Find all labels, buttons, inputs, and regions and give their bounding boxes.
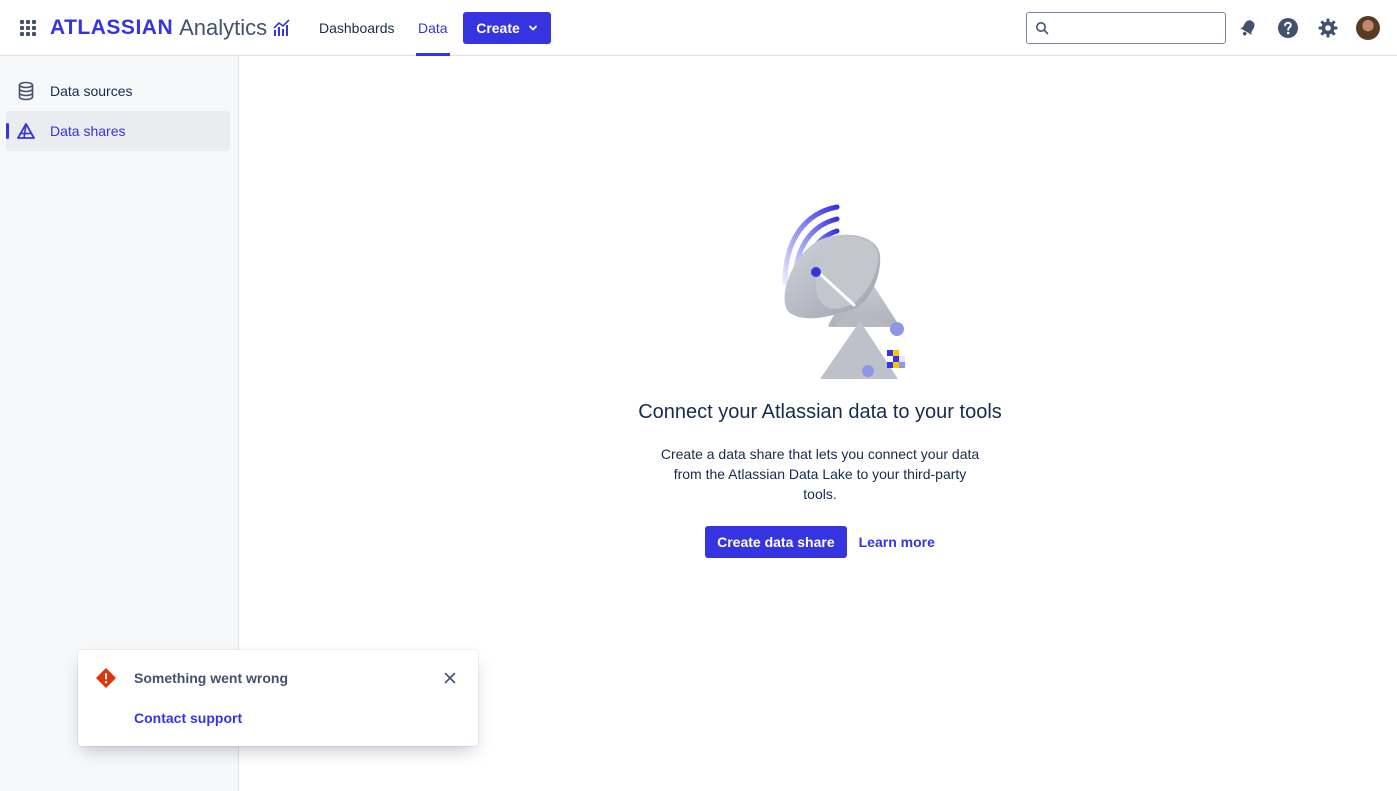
database-icon [14, 79, 38, 103]
error-flag: Something went wrong Contact support [78, 650, 478, 746]
chevron-down-icon [528, 25, 537, 31]
logo-product: Analytics [179, 15, 268, 40]
flag-title: Something went wrong [134, 670, 288, 686]
empty-state-actions: Create data share Learn more [560, 526, 1080, 558]
create-data-share-button[interactable]: Create data share [705, 526, 847, 558]
help-icon[interactable] [1276, 16, 1300, 40]
satellite-dish-illustration [782, 204, 905, 379]
learn-more-link[interactable]: Learn more [859, 526, 935, 558]
product-logo[interactable]: ATLASSIAN Analytics [50, 14, 291, 42]
create-button-label: Create [476, 20, 520, 36]
empty-state: Connect your Atlassian data to your tool… [560, 195, 1080, 558]
close-icon[interactable] [442, 670, 458, 686]
logo-brand: ATLASSIAN [50, 16, 174, 39]
nav-dashboards[interactable]: Dashboards [319, 0, 395, 56]
search-icon [1036, 22, 1049, 35]
error-icon [96, 668, 116, 688]
sidebar-item-data-sources[interactable]: Data sources [6, 71, 230, 111]
app-switcher-icon[interactable] [16, 16, 40, 40]
user-avatar[interactable] [1356, 16, 1380, 40]
search-box[interactable] [1026, 12, 1226, 44]
empty-state-title: Connect your Atlassian data to your tool… [638, 401, 1002, 423]
notifications-icon[interactable] [1236, 16, 1260, 40]
empty-state-description: Create a data share that lets you connec… [660, 446, 980, 502]
analytics-chart-icon [273, 19, 290, 36]
top-navigation: ATLASSIAN Analytics Dashboards Data Crea… [0, 0, 1397, 56]
contact-support-link[interactable]: Contact support [134, 710, 242, 726]
sidebar-item-label: Data shares [50, 123, 126, 139]
nav-data[interactable]: Data [416, 0, 450, 56]
sidebar-item-label: Data sources [50, 83, 133, 99]
search-input[interactable] [1055, 13, 1221, 43]
settings-gear-icon[interactable] [1316, 16, 1340, 40]
data-share-icon [14, 119, 38, 143]
create-button[interactable]: Create [463, 12, 551, 44]
sidebar-item-data-shares[interactable]: Data shares [6, 111, 230, 151]
